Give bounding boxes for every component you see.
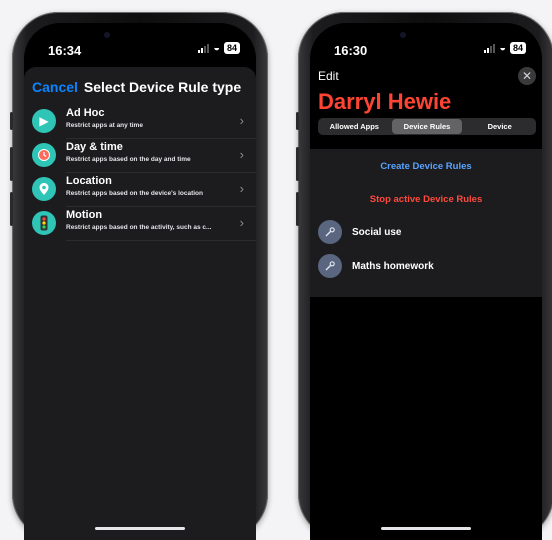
chevron-right-icon: ›: [239, 147, 244, 162]
rule-type-location[interactable]: Location Restrict apps based on the devi…: [24, 173, 256, 207]
clock-icon: [32, 143, 56, 167]
volume-up-button: [10, 147, 13, 181]
stop-device-rules-button[interactable]: Stop active Device Rules: [310, 194, 542, 205]
left-phone: 16:34 ◒ 84 Cancel Select Device Rule type…: [10, 12, 268, 540]
cellular-signal-icon: [198, 43, 210, 53]
cancel-button[interactable]: Cancel: [32, 79, 78, 95]
rule-type-sheet: Cancel Select Device Rule type ▶ Ad Hoc R…: [24, 67, 256, 540]
wrench-icon: [318, 254, 342, 278]
mute-switch: [10, 112, 13, 130]
cellular-signal-icon: [484, 43, 496, 53]
mute-switch: [296, 112, 299, 130]
play-icon: ▶: [32, 109, 56, 133]
sheet-title: Select Device Rule type: [83, 79, 242, 95]
rule-title: Ad Hoc: [66, 107, 105, 119]
location-pin-icon: [32, 177, 56, 201]
status-bar: 16:30 ◒ 84: [310, 23, 542, 63]
rule-subtitle: Restrict apps based on the activity, suc…: [66, 224, 212, 231]
close-icon[interactable]: ✕: [518, 67, 536, 85]
volume-down-button: [10, 192, 13, 226]
rule-subtitle: Restrict apps at any time: [66, 122, 143, 129]
device-rules-panel: Create Device Rules Stop active Device R…: [310, 149, 542, 297]
device-rule-item[interactable]: Maths homework: [318, 254, 434, 278]
rule-type-day-time[interactable]: Day & time Restrict apps based on the da…: [24, 139, 256, 173]
create-device-rules-button[interactable]: Create Device Rules: [310, 161, 542, 172]
wifi-icon: ◒: [499, 42, 506, 54]
right-screen: 16:30 ◒ 84 Edit ✕ Darryl Hewie Allowed A…: [310, 23, 542, 540]
rule-type-motion[interactable]: Motion Restrict apps based on the activi…: [24, 207, 256, 241]
child-name: Darryl Hewie: [318, 89, 452, 114]
device-rule-label: Maths homework: [352, 260, 434, 272]
rule-title: Location: [66, 175, 112, 187]
tab-device-rules[interactable]: Device Rules: [391, 119, 463, 134]
wifi-icon: ◒: [213, 42, 220, 54]
battery-level: 84: [509, 42, 526, 54]
chevron-right-icon: ›: [239, 215, 244, 230]
tab-allowed-apps[interactable]: Allowed Apps: [319, 119, 390, 134]
rule-subtitle: Restrict apps based on the day and time: [66, 156, 191, 163]
volume-up-button: [296, 147, 299, 181]
home-indicator[interactable]: [381, 527, 471, 530]
sheet-header: Cancel Select Device Rule type: [32, 79, 241, 95]
rule-type-ad-hoc[interactable]: ▶ Ad Hoc Restrict apps at any time ›: [24, 105, 256, 139]
volume-down-button: [296, 192, 299, 226]
traffic-light-icon: [32, 211, 56, 235]
left-screen: 16:34 ◒ 84 Cancel Select Device Rule type…: [24, 23, 256, 540]
rule-title: Motion: [66, 209, 103, 221]
right-phone: 16:30 ◒ 84 Edit ✕ Darryl Hewie Allowed A…: [296, 12, 552, 540]
status-time: 16:34: [48, 43, 82, 58]
divider: [66, 240, 256, 241]
chevron-right-icon: ›: [239, 113, 244, 128]
home-indicator[interactable]: [95, 527, 185, 530]
chevron-right-icon: ›: [239, 181, 244, 196]
tab-device[interactable]: Device: [464, 119, 535, 134]
rule-type-list: ▶ Ad Hoc Restrict apps at any time › Day…: [24, 105, 256, 241]
status-bar: 16:34 ◒ 84: [24, 23, 256, 63]
edit-button[interactable]: Edit: [318, 69, 339, 83]
status-time: 16:30: [334, 43, 368, 58]
device-rule-label: Social use: [352, 226, 402, 238]
rule-subtitle: Restrict apps based on the device's loca…: [66, 190, 204, 197]
segmented-control: Allowed Apps Device Rules Device: [318, 118, 536, 135]
wrench-icon: [318, 220, 342, 244]
rule-title: Day & time: [66, 141, 123, 153]
device-rule-item[interactable]: Social use: [318, 220, 401, 244]
battery-level: 84: [223, 42, 240, 54]
